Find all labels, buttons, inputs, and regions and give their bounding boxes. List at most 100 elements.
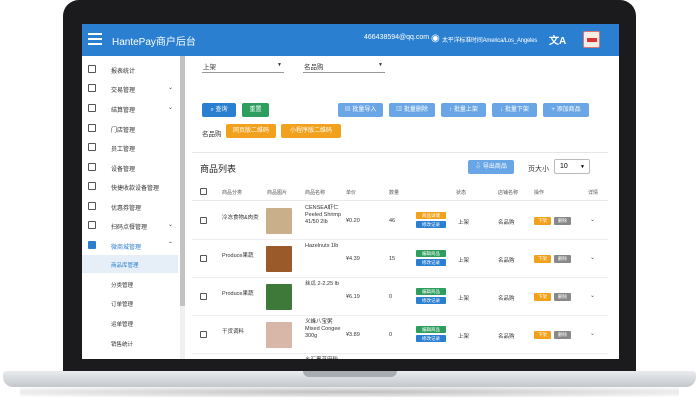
store-select[interactable]: 名品购 ▼: [303, 59, 385, 73]
row-store: 名品购: [498, 334, 515, 340]
sidebar-item-label: 优惠券管理: [111, 206, 142, 212]
delete-button[interactable]: 删除: [554, 293, 571, 301]
bulk-delete-button[interactable]: ▥ 批量删除: [389, 103, 435, 117]
search-button[interactable]: ⌕ 查询: [202, 103, 236, 117]
sidebar-item-coupons[interactable]: 优惠券管理: [82, 197, 178, 216]
add-product-label: 添加商品: [556, 107, 581, 113]
row-tag-history[interactable]: 修改记录: [416, 221, 446, 228]
sub-item-waybills[interactable]: 运单管理: [82, 314, 178, 332]
select-all-checkbox[interactable]: [200, 188, 207, 195]
expand-chevron-icon[interactable]: ⌄: [590, 330, 595, 337]
reset-button[interactable]: 重置: [242, 103, 269, 117]
delist-button[interactable]: 下架: [534, 255, 551, 263]
chart-icon: [88, 65, 96, 73]
expand-chevron-icon[interactable]: ⌄: [590, 292, 595, 299]
row-tag-history[interactable]: 修改记录: [416, 259, 446, 266]
th-name: 商品名称: [305, 190, 326, 196]
page-size-select[interactable]: 10 ▼: [554, 159, 590, 174]
sub-item-orders[interactable]: 订单管理: [82, 294, 178, 312]
row-store: 名品购: [498, 220, 515, 226]
avatar[interactable]: [583, 31, 600, 48]
bulk-delist-button[interactable]: ↓ 批量下架: [492, 103, 537, 117]
table-row: 冲剂饮料乡汇黑芝麻粉 Black Sesame Powder¥6.190编辑商品…: [192, 354, 608, 359]
caret-down-icon: ▼: [378, 62, 383, 68]
product-image: [266, 322, 292, 348]
row-product-name: 丝瓜 2-2.25 lb: [305, 281, 339, 287]
delete-button[interactable]: 删除: [554, 255, 571, 263]
store-select-value: 名品购: [304, 64, 324, 71]
status-select[interactable]: 上架 ▼: [202, 59, 284, 73]
add-product-button[interactable]: + 添加商品: [543, 103, 589, 117]
expand-chevron-icon[interactable]: ⌄: [590, 254, 595, 261]
sub-item-sales-stats[interactable]: 销售统计: [82, 334, 178, 352]
delete-button[interactable]: 删除: [554, 217, 571, 225]
bulk-list-button[interactable]: ↑ 批量上架: [441, 103, 486, 117]
row-status: 上架: [458, 258, 470, 264]
row-status: 上架: [458, 220, 470, 226]
sidebar-item-stores[interactable]: 门店管理: [82, 119, 178, 138]
row-checkbox[interactable]: [200, 331, 207, 338]
sub-item-categories[interactable]: 分类管理: [82, 275, 178, 293]
timezone-label[interactable]: 太平洋标准时间America/Los_Angeles: [442, 35, 537, 44]
th-category: 商品分类: [222, 190, 243, 196]
table-row: Produce果蔬 Hazelnuts 1lb ¥4.39 15 编辑商品 修改记录 上架 名…: [192, 240, 608, 278]
row-status: 上架: [458, 296, 470, 302]
row-category: Produce果蔬: [222, 253, 254, 259]
user-email[interactable]: 466438594@qq.com: [364, 34, 429, 41]
row-tag-primary[interactable]: 编辑商品: [416, 326, 446, 333]
row-checkbox[interactable]: [200, 293, 207, 300]
row-tags: 编辑商品 修改记录: [416, 250, 446, 268]
th-image: 商品图片: [267, 190, 288, 196]
h5-qr-button[interactable]: 网页版二维码: [226, 124, 276, 138]
row-tag-history[interactable]: 修改记录: [416, 335, 446, 342]
sub-item-label: 销售统计: [111, 342, 134, 348]
row-store: 名品购: [498, 296, 515, 302]
sidebar-item-settlement[interactable]: 结算管理 ⌄: [82, 99, 178, 118]
sidebar-item-transactions[interactable]: 交易管理 ⌄: [82, 79, 178, 98]
sidebar-item-label: 微商城管理: [111, 245, 142, 251]
product-list-card: 商品列表 ⇩ 导出商品 页大小 10 ▼ 商品分类 商品图片 商品名称 单价 数量…: [192, 152, 608, 359]
row-qty: 0: [389, 332, 393, 338]
row-tag-primary[interactable]: 编辑商品: [416, 250, 446, 257]
sub-item-label: 商品库管理: [111, 263, 139, 269]
sub-item-label: 分类管理: [111, 283, 134, 289]
delete-button[interactable]: 删除: [554, 331, 571, 339]
sub-item-product-library[interactable]: 商品库管理: [82, 255, 178, 273]
table-row: 冷冻食物&肉类 CENSEA虾仁 Peeled Shrimp 41/50 2lb ¥…: [192, 202, 608, 240]
sidebar-item-quickpay-devices[interactable]: 快捷收款设备管理: [82, 177, 178, 196]
export-products-button[interactable]: ⇩ 导出商品: [468, 160, 514, 174]
sidebar-item-micro-mall[interactable]: 微商城管理 ⌃: [82, 236, 178, 255]
th-actions: 操作: [534, 190, 545, 196]
delist-button[interactable]: 下架: [534, 293, 551, 301]
mini-qr-label: 小程序版二维码: [289, 128, 332, 134]
th-store: 店铺名称: [498, 190, 519, 196]
row-category: 干货调料: [222, 329, 245, 335]
sidebar-item-label: 交易管理: [111, 88, 136, 94]
row-tag-primary[interactable]: 商品详情: [416, 212, 446, 219]
row-checkbox[interactable]: [200, 255, 207, 262]
delist-button[interactable]: 下架: [534, 331, 551, 339]
translate-icon[interactable]: 文A: [549, 32, 566, 47]
delist-button[interactable]: 下架: [534, 217, 551, 225]
sidebar-item-reports[interactable]: 报表统计: [82, 60, 178, 79]
th-price: 单价: [346, 190, 357, 196]
row-tag-primary[interactable]: 编辑商品: [416, 288, 446, 295]
sidebar-item-label: 扫码点餐管理: [111, 225, 148, 231]
menu-icon[interactable]: [88, 33, 102, 47]
row-checkbox[interactable]: [200, 217, 207, 224]
sidebar-item-label: 员工管理: [111, 147, 136, 153]
sidebar-item-scan-order[interactable]: 扫码点餐管理 ⌄: [82, 216, 178, 235]
bulk-import-label: 批量导入: [352, 107, 377, 113]
bulk-delist-label: 批量下架: [504, 107, 529, 113]
row-tag-history[interactable]: 修改记录: [416, 297, 446, 304]
row-store: 名品购: [498, 258, 515, 264]
bulk-import-button[interactable]: ▤ 批量导入: [338, 103, 383, 117]
mini-program-qr-button[interactable]: 小程序版二维码: [281, 124, 341, 138]
expand-chevron-icon[interactable]: ⌄: [590, 216, 595, 223]
chevron-down-icon: ⌄: [168, 105, 174, 111]
sidebar-item-devices[interactable]: 设备管理: [82, 158, 178, 177]
row-price: ¥4.39: [346, 256, 360, 262]
sidebar-scrollbar-thumb[interactable]: [180, 56, 185, 306]
sidebar-item-staff[interactable]: 员工管理: [82, 138, 178, 157]
table-row: Produce果蔬 丝瓜 2-2.25 lb ¥6.19 0 编辑商品 修改记录 上架 名品购…: [192, 278, 608, 316]
